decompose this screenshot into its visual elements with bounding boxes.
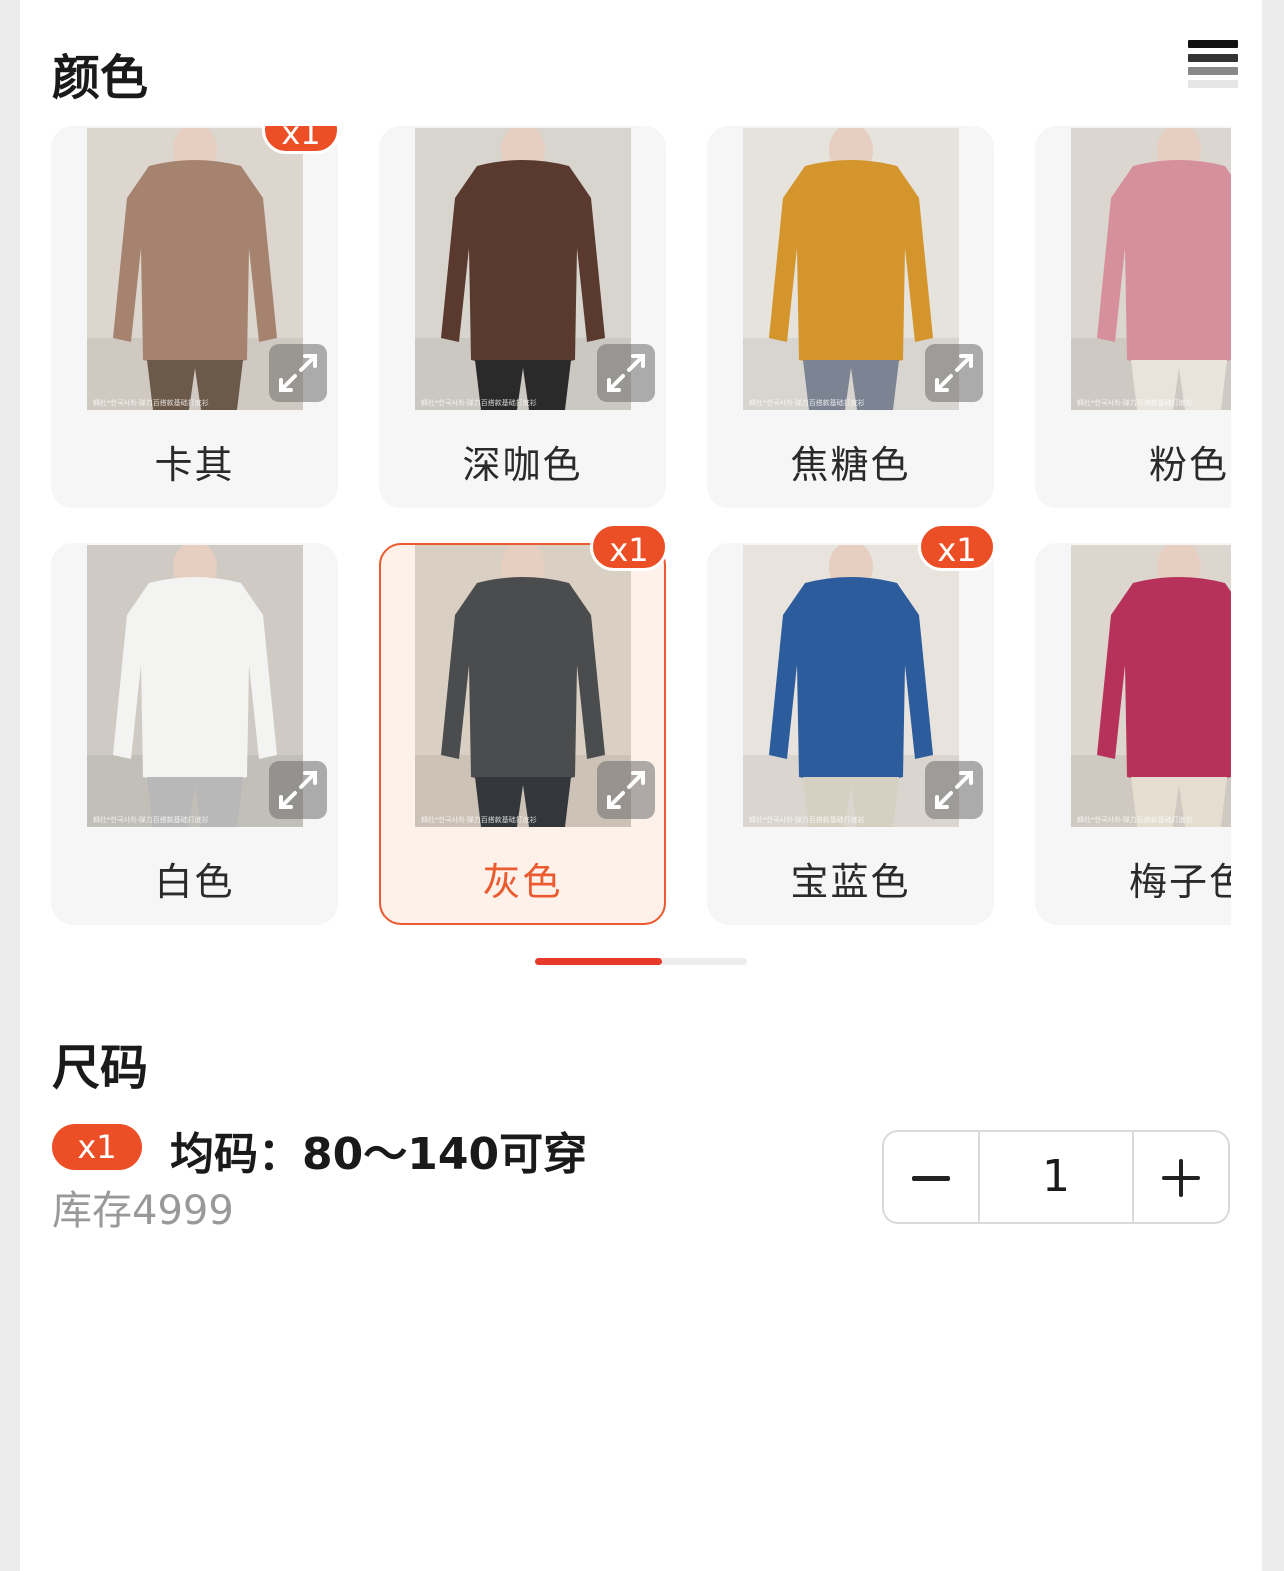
sku-panel: 颜色 韓社*한국사회-弹力百搭款基础打底衫 卡其 x1 韓社*한국사회-弹力百搭款基础… [20, 0, 1262, 1571]
color-swatch[interactable]: 韓社*한국사회-弹力百搭款基础打底衫卡其 x1 [51, 126, 340, 508]
size-section-title: 尺码 [52, 1040, 149, 1096]
quantity-stepper: 1 [882, 1130, 1230, 1224]
expand-icon[interactable] [269, 761, 327, 819]
plus-icon [1162, 1159, 1200, 1197]
color-swatch-label: 深咖色 [462, 443, 583, 487]
menu-icon[interactable] [1188, 40, 1238, 88]
color-swatch-label: 宝蓝色 [790, 860, 911, 904]
color-swatch[interactable]: 韓社*한국사회-弹力百搭款基础打底衫深咖色 [379, 126, 666, 508]
size-option[interactable]: x1 均码：80～140可穿 库存4999 1 [52, 1118, 1232, 1238]
color-swatch-label: 灰色 [482, 860, 563, 904]
color-swatch-label: 白色 [154, 860, 235, 904]
expand-icon[interactable] [925, 344, 983, 402]
photo-watermark: 韓社*한국사회-弹力百搭款基础打底衫 [93, 816, 209, 823]
scroll-indicator [535, 958, 747, 965]
color-swatch[interactable]: 韓社*한국사회-弹力百搭款基础打底衫焦糖色 [707, 126, 994, 508]
expand-icon[interactable] [925, 761, 983, 819]
size-name: 均码：80～140可穿 [170, 1129, 588, 1180]
color-swatch-label: 梅子色 [1129, 860, 1231, 904]
decrement-button[interactable] [884, 1132, 978, 1222]
color-swatch-label: 粉色 [1149, 443, 1230, 487]
photo-watermark: 韓社*한국사회-弹力百搭款基础打底衫 [93, 399, 209, 406]
color-swatch[interactable]: 韓社*한국사회-弹力百搭款基础打底衫梅子色 [1035, 543, 1231, 925]
photo-watermark: 韓社*한국사회-弹力百搭款基础打底衫 [749, 399, 865, 406]
color-swatch[interactable]: 韓社*한국사회-弹力百搭款基础打底衫粉色 [1035, 126, 1231, 508]
color-section-title: 颜色 [52, 50, 149, 106]
stock-count: 库存4999 [52, 1188, 234, 1234]
scroll-indicator-thumb [535, 958, 663, 965]
color-swatch[interactable]: 韓社*한국사회-弹力百搭款基础打底衫灰色 x1 [379, 523, 668, 925]
color-swatch-grid: 韓社*한국사회-弹力百搭款基础打底衫 卡其 x1 韓社*한국사회-弹力百搭款基础打底衫… [51, 126, 1231, 926]
color-swatch-label: 焦糖色 [790, 443, 911, 487]
increment-button[interactable] [1134, 1132, 1228, 1222]
qty-badge: x1 [918, 523, 996, 571]
product-photo: 韓社*한국사회-弹力百搭款基础打底衫 [1071, 128, 1231, 410]
qty-badge: x1 [262, 126, 340, 154]
color-swatch[interactable]: 韓社*한국사회-弹力百搭款基础打底衫宝蓝色 x1 [707, 523, 996, 925]
photo-watermark: 韓社*한국사회-弹力百搭款基础打底衫 [1077, 816, 1193, 823]
size-qty-badge: x1 [52, 1124, 142, 1170]
product-photo: 韓社*한국사회-弹力百搭款基础打底衫 [1071, 545, 1231, 827]
photo-watermark: 韓社*한국사회-弹力百搭款基础打底衫 [749, 816, 865, 823]
photo-watermark: 韓社*한국사회-弹力百搭款基础打底衫 [421, 816, 537, 823]
color-swatch[interactable]: 韓社*한국사회-弹力百搭款基础打底衫白色 [51, 543, 338, 925]
minus-icon [912, 1176, 950, 1181]
photo-watermark: 韓社*한국사회-弹力百搭款基础打底衫 [1077, 399, 1193, 406]
expand-icon[interactable] [597, 761, 655, 819]
qty-badge: x1 [590, 523, 668, 571]
expand-icon[interactable] [597, 344, 655, 402]
expand-icon[interactable] [269, 344, 327, 402]
quantity-value[interactable]: 1 [978, 1132, 1134, 1222]
color-swatch-label: 卡其 [154, 443, 235, 487]
photo-watermark: 韓社*한국사회-弹力百搭款基础打底衫 [421, 399, 537, 406]
